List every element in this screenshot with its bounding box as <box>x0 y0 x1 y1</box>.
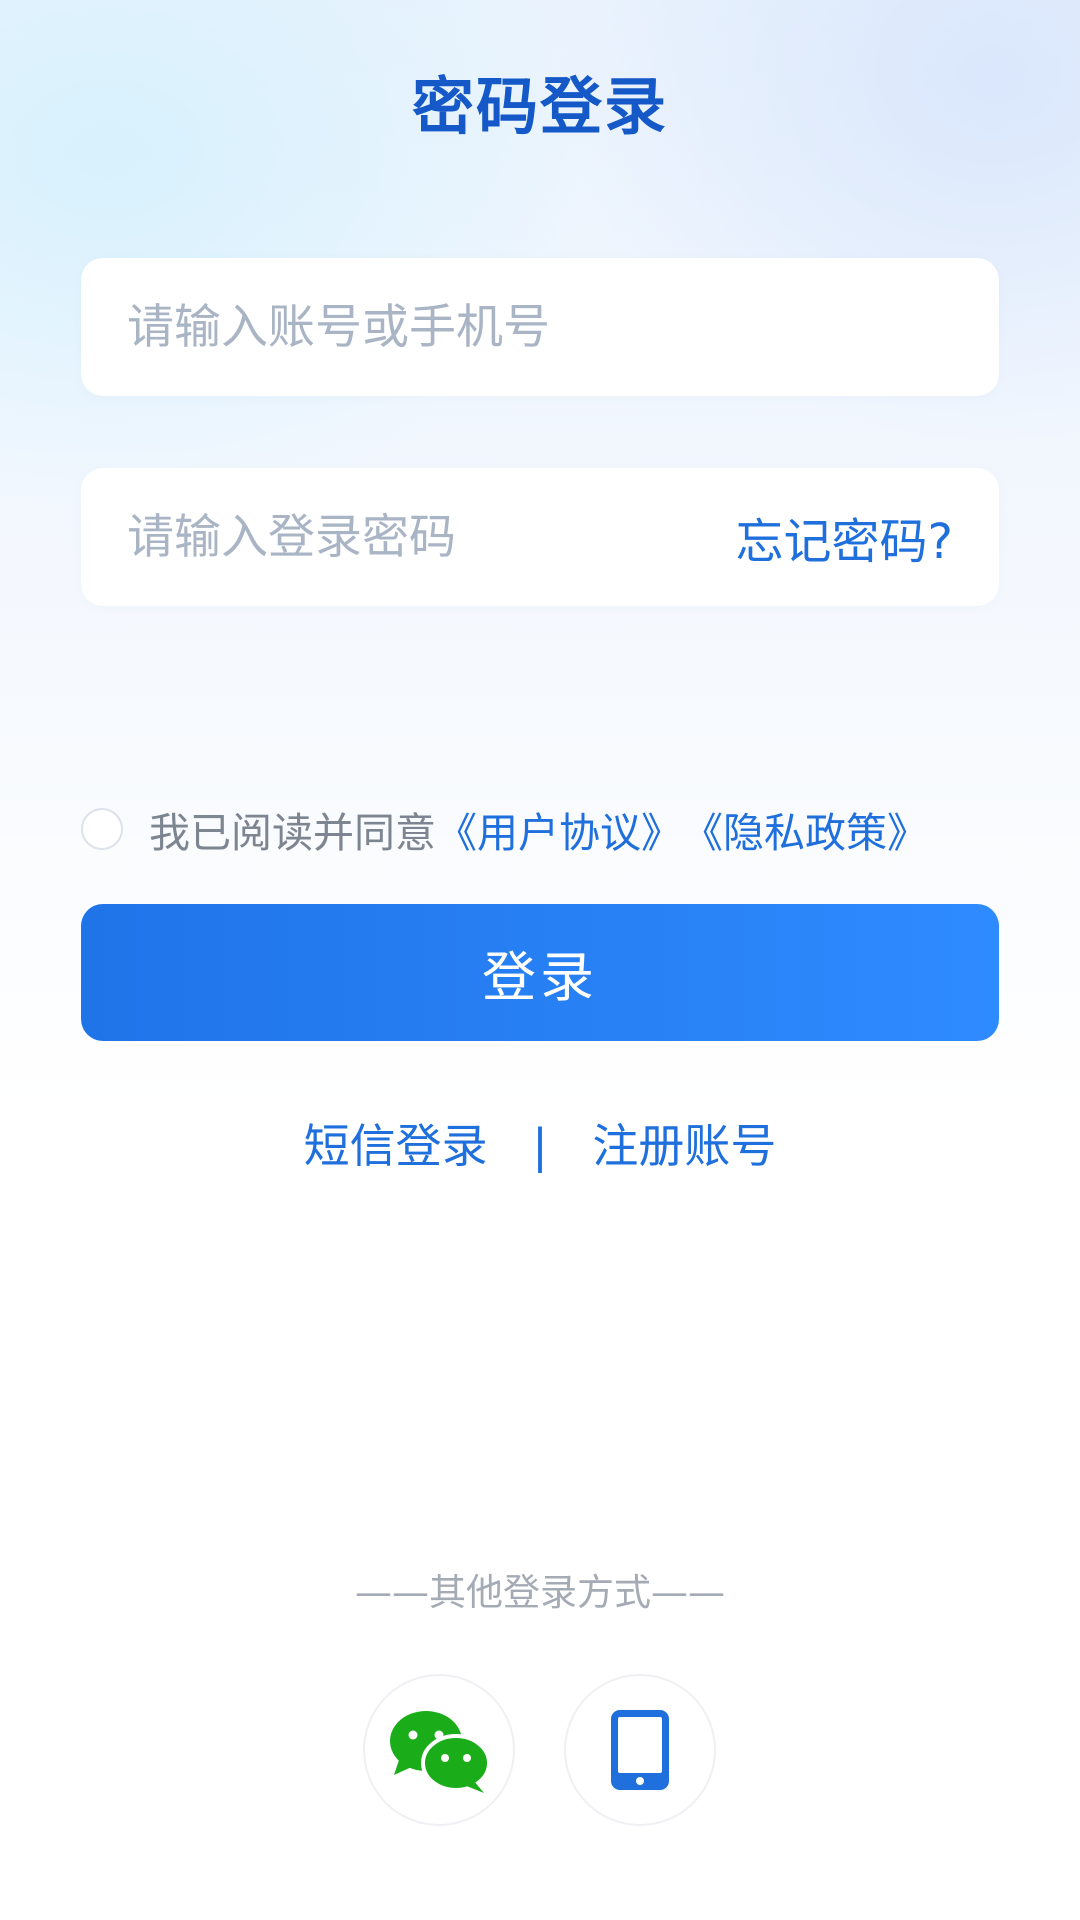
agreement-text: 我已阅读并同意 <box>149 809 436 857</box>
phone-icon <box>611 1710 669 1790</box>
wechat-login-button[interactable] <box>363 1674 515 1826</box>
login-button[interactable]: 登录 <box>81 904 999 1041</box>
login-page: 密码登录 忘记密码? 我已阅读并同意 《用户协议》 《隐私政策》 登录 短信登录… <box>0 0 1080 1920</box>
sms-login-link[interactable]: 短信登录 <box>304 1119 488 1173</box>
user-agreement-link[interactable]: 《用户协议》 <box>436 799 682 859</box>
agreement-checkbox[interactable] <box>81 808 123 850</box>
register-link[interactable]: 注册账号 <box>592 1119 776 1173</box>
other-login-title: ——其他登录方式—— <box>355 1571 725 1614</box>
agreement-row: 我已阅读并同意 《用户协议》 《隐私政策》 <box>81 799 1041 859</box>
link-separator: | <box>532 1119 548 1173</box>
alt-links: 短信登录 | 注册账号 <box>0 1116 1080 1176</box>
privacy-policy-link[interactable]: 《隐私政策》 <box>682 799 928 859</box>
account-field[interactable] <box>81 258 999 396</box>
account-input[interactable] <box>127 299 953 355</box>
password-field[interactable]: 忘记密码? <box>81 468 999 606</box>
password-input[interactable] <box>127 509 736 565</box>
page-title: 密码登录 <box>411 70 668 143</box>
wechat-icon <box>390 1711 491 1793</box>
phone-login-button[interactable] <box>564 1674 716 1826</box>
forgot-password-link[interactable]: 忘记密码? <box>736 502 953 572</box>
